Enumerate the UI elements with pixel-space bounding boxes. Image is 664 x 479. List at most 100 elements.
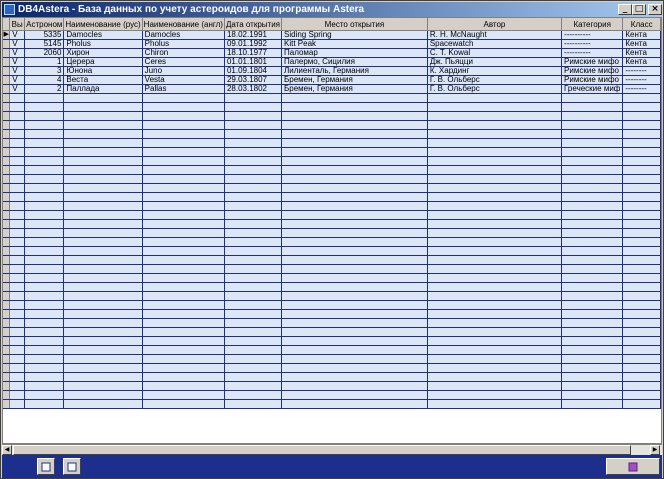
grid-cell[interactable] — [427, 192, 563, 202]
grid-cell[interactable]: 01.09.1804 — [224, 66, 283, 76]
grid-cell[interactable] — [63, 102, 143, 112]
row-indicator[interactable] — [3, 237, 11, 247]
grid-cell[interactable] — [561, 309, 624, 319]
row-indicator[interactable] — [3, 210, 11, 220]
grid-cell[interactable] — [622, 129, 661, 139]
empty-row[interactable] — [3, 327, 661, 337]
grid-cell[interactable] — [9, 354, 26, 364]
grid-cell[interactable] — [281, 345, 428, 355]
grid-cell[interactable] — [224, 264, 283, 274]
grid-cell[interactable] — [142, 264, 225, 274]
grid-cell[interactable] — [24, 255, 65, 265]
grid-cell[interactable] — [224, 390, 283, 400]
row-indicator[interactable] — [3, 120, 11, 130]
grid-cell[interactable] — [561, 183, 624, 193]
grid-cell[interactable]: Г. В. Ольберс — [427, 84, 563, 94]
grid-cell[interactable] — [9, 111, 26, 121]
grid-cell[interactable]: Siding Spring — [281, 30, 428, 40]
grid-cell[interactable] — [9, 201, 26, 211]
grid-cell[interactable] — [427, 399, 563, 409]
grid-cell[interactable] — [9, 210, 26, 220]
grid-cell[interactable] — [622, 345, 661, 355]
grid-cell[interactable] — [9, 399, 26, 409]
row-indicator[interactable] — [3, 282, 11, 292]
grid-cell[interactable]: V — [9, 57, 26, 67]
grid-cell[interactable] — [622, 138, 661, 148]
grid-cell[interactable] — [622, 174, 661, 184]
grid-cell[interactable] — [9, 183, 26, 193]
row-indicator[interactable] — [3, 219, 11, 229]
grid-cell[interactable] — [281, 201, 428, 211]
grid-cell[interactable] — [427, 183, 563, 193]
grid-cell[interactable] — [427, 228, 563, 238]
row-indicator[interactable] — [3, 255, 11, 265]
grid-cell[interactable] — [561, 363, 624, 373]
grid-cell[interactable] — [281, 264, 428, 274]
grid-cell[interactable] — [63, 363, 143, 373]
grid-cell[interactable] — [24, 165, 65, 175]
grid-cell[interactable] — [142, 210, 225, 220]
grid-cell[interactable] — [622, 390, 661, 400]
grid-cell[interactable] — [9, 255, 26, 265]
row-indicator[interactable] — [3, 102, 11, 112]
grid-cell[interactable] — [224, 273, 283, 283]
grid-cell[interactable] — [142, 390, 225, 400]
grid-cell[interactable] — [24, 354, 65, 364]
grid-cell[interactable] — [427, 318, 563, 328]
grid-cell[interactable] — [24, 228, 65, 238]
grid-cell[interactable]: Лилиенталь, Германия — [281, 66, 428, 76]
grid-cell[interactable] — [9, 264, 26, 274]
grid-cell[interactable] — [63, 390, 143, 400]
close-button[interactable]: × — [648, 4, 662, 15]
grid-cell[interactable] — [281, 318, 428, 328]
grid-cell[interactable] — [622, 300, 661, 310]
grid-cell[interactable] — [561, 354, 624, 364]
grid-cell[interactable] — [427, 138, 563, 148]
grid-cell[interactable] — [622, 210, 661, 220]
grid-cell[interactable] — [9, 381, 26, 391]
grid-cell[interactable] — [281, 102, 428, 112]
grid-cell[interactable] — [224, 165, 283, 175]
grid-cell[interactable] — [142, 273, 225, 283]
grid-cell[interactable] — [142, 237, 225, 247]
grid-cell[interactable]: Юнона — [63, 66, 143, 76]
grid-cell[interactable] — [24, 273, 65, 283]
grid-cell[interactable] — [224, 102, 283, 112]
grid-cell[interactable] — [224, 183, 283, 193]
grid-cell[interactable] — [281, 156, 428, 166]
grid-cell[interactable] — [224, 300, 283, 310]
grid-cell[interactable] — [24, 381, 65, 391]
grid-cell[interactable] — [427, 345, 563, 355]
scroll-thumb[interactable] — [13, 445, 631, 455]
row-indicator[interactable] — [3, 84, 11, 94]
grid-cell[interactable] — [142, 318, 225, 328]
empty-row[interactable] — [3, 156, 661, 166]
grid-cell[interactable] — [24, 147, 65, 157]
grid-cell[interactable] — [142, 246, 225, 256]
grid-cell[interactable] — [24, 219, 65, 229]
row-indicator[interactable] — [3, 363, 11, 373]
grid-cell[interactable] — [224, 237, 283, 247]
empty-row[interactable] — [3, 300, 661, 310]
grid-cell[interactable] — [427, 102, 563, 112]
grid-cell[interactable] — [427, 300, 563, 310]
grid-cell[interactable] — [9, 300, 26, 310]
grid-cell[interactable]: 1 — [24, 57, 65, 67]
grid-cell[interactable] — [224, 174, 283, 184]
grid-cell[interactable] — [63, 147, 143, 157]
grid-cell[interactable] — [427, 219, 563, 229]
grid-cell[interactable] — [224, 156, 283, 166]
grid-cell[interactable] — [622, 237, 661, 247]
grid-cell[interactable] — [63, 345, 143, 355]
grid-cell[interactable] — [561, 318, 624, 328]
grid-cell[interactable] — [281, 174, 428, 184]
grid-cell[interactable] — [63, 327, 143, 337]
grid-cell[interactable] — [142, 291, 225, 301]
row-indicator[interactable] — [3, 147, 11, 157]
grid-cell[interactable] — [561, 237, 624, 247]
grid-cell[interactable] — [224, 354, 283, 364]
grid-cell[interactable] — [281, 336, 428, 346]
empty-row[interactable] — [3, 336, 661, 346]
grid-cell[interactable]: К. Хардинг — [427, 66, 563, 76]
grid-cell[interactable]: Pallas — [142, 84, 225, 94]
